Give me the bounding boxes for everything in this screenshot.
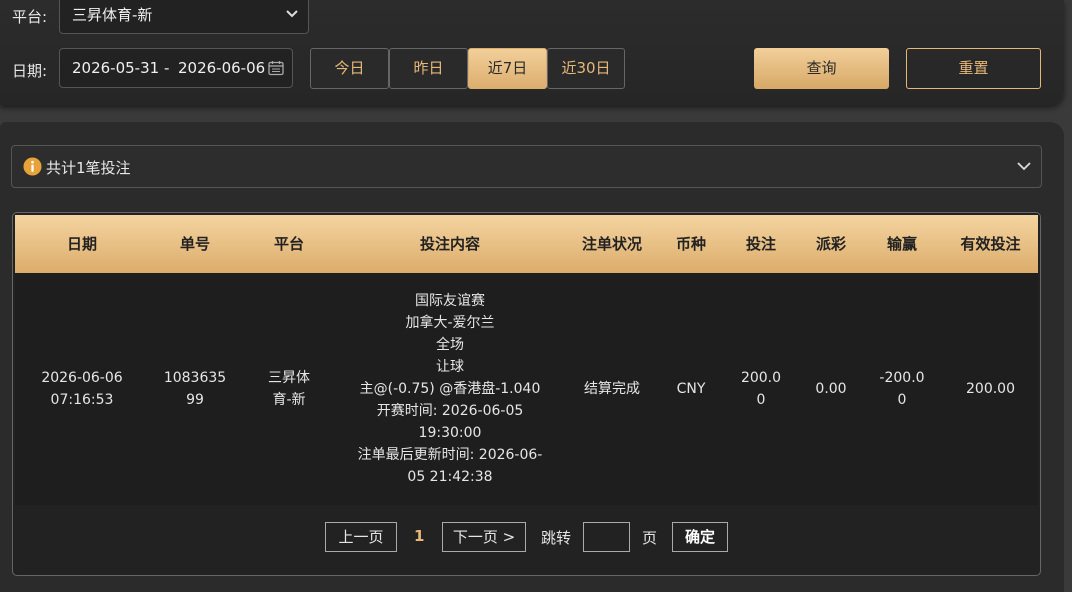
cell-content: 国际友谊赛 加拿大-爱尔兰 全场 让球 主@(-0.75) @香港盘-1.040…: [337, 273, 563, 505]
filter-panel: 平台: 三昇体育-新 日期: 2026-05-31 - 2026-06-06 今…: [0, 0, 1064, 105]
content-updated-time: 注单最后更新时间: 2026-06-: [357, 447, 543, 463]
reset-button[interactable]: 重置: [906, 48, 1041, 89]
cell-status: 结算完成: [584, 381, 640, 397]
platform-select-value: 三昇体育-新: [72, 6, 153, 24]
summary-bar[interactable]: 共计1笔投注: [11, 145, 1042, 188]
content-match: 加拿大-爱尔兰: [405, 315, 495, 331]
header-platform: 平台: [273, 235, 304, 253]
range-30days-button[interactable]: 近30日: [547, 48, 625, 89]
header-currency: 币种: [675, 235, 706, 253]
content-bet-type: 让球: [436, 359, 464, 375]
results-panel: 共计1笔投注 日期 单号 平台 投注内容 注单状况 币种 投注 派彩 输赢 有效…: [0, 122, 1064, 592]
header-content: 投注内容: [419, 235, 480, 253]
cell-valid-bet: 200.00: [966, 381, 1015, 397]
cell-order-no: 1083635 99: [149, 273, 241, 505]
cell-date: 2026-06-06 07:16:53: [15, 273, 149, 505]
cell-platform: 三昇体 育-新: [241, 273, 337, 505]
cell-order-no-line1: 1083635: [163, 370, 227, 386]
table-header: 日期 单号 平台 投注内容 注单状况 币种 投注 派彩 输赢 有效投注: [15, 215, 1038, 273]
range-today-button[interactable]: 今日: [310, 48, 389, 89]
content-start-time-cont: 19:30:00: [418, 425, 482, 441]
content-period: 全场: [436, 337, 464, 353]
jump-label: 跳转: [541, 529, 572, 547]
cell-order-no-line2: 99: [186, 392, 204, 408]
date-separator: -: [164, 59, 170, 77]
cell-payout: 0.00: [815, 381, 847, 397]
query-button[interactable]: 查询: [754, 48, 889, 89]
chevron-down-icon: [1017, 162, 1031, 171]
date-range-picker[interactable]: 2026-05-31 - 2026-06-06: [59, 48, 293, 88]
cell-currency: CNY: [676, 381, 706, 397]
content-updated-time-cont: 05 21:42:38: [407, 469, 493, 485]
cell-win-loss-line1: -200.0: [879, 370, 925, 386]
header-status: 注单状况: [581, 235, 642, 253]
header-payout: 派彩: [815, 235, 846, 253]
platform-select[interactable]: 三昇体育-新: [59, 0, 309, 34]
page-jump-input[interactable]: [583, 522, 630, 552]
date-end: 2026-06-06: [178, 59, 266, 77]
range-yesterday-button[interactable]: 昨日: [389, 48, 468, 89]
calendar-icon: [268, 61, 284, 76]
cell-platform-line2: 育-新: [272, 392, 306, 408]
cell-stake: 200.0 0: [721, 273, 801, 505]
confirm-jump-button[interactable]: 确定: [672, 522, 728, 552]
content-selection: 主@(-0.75) @香港盘-1.040: [359, 381, 541, 397]
cell-win-loss-line2: 0: [897, 392, 907, 408]
date-label: 日期:: [12, 62, 48, 80]
header-stake: 投注: [745, 235, 776, 253]
current-page[interactable]: 1: [414, 527, 424, 545]
table-row: 2026-06-06 07:16:53 1083635 99 三昇体 育-新 国…: [15, 273, 1038, 505]
page-unit-label: 页: [642, 529, 658, 547]
content-start-time: 开赛时间: 2026-06-05: [376, 403, 524, 419]
cell-stake-line2: 0: [756, 392, 766, 408]
date-start: 2026-05-31: [72, 59, 160, 77]
next-page-button[interactable]: 下一页 >: [442, 522, 526, 552]
cell-date-time: 07:16:53: [50, 392, 114, 408]
cell-win-loss: -200.0 0: [861, 273, 943, 505]
summary-text: 共计1笔投注: [46, 159, 131, 177]
header-order-no: 单号: [179, 235, 210, 253]
prev-page-button[interactable]: 上一页: [325, 522, 397, 552]
header-win-loss: 输赢: [886, 235, 917, 253]
content-league: 国际友谊赛: [415, 293, 485, 309]
bets-table: 日期 单号 平台 投注内容 注单状况 币种 投注 派彩 输赢 有效投注 2026…: [12, 212, 1041, 576]
cell-date-day: 2026-06-06: [41, 370, 123, 386]
platform-label: 平台:: [12, 8, 48, 26]
chevron-down-icon: [286, 10, 298, 18]
header-date: 日期: [66, 235, 97, 253]
cell-platform-line1: 三昇体: [268, 370, 310, 386]
header-valid-bet: 有效投注: [960, 235, 1021, 253]
info-icon: [23, 157, 42, 176]
range-7days-button[interactable]: 近7日: [468, 48, 547, 89]
cell-stake-line1: 200.0: [740, 370, 782, 386]
